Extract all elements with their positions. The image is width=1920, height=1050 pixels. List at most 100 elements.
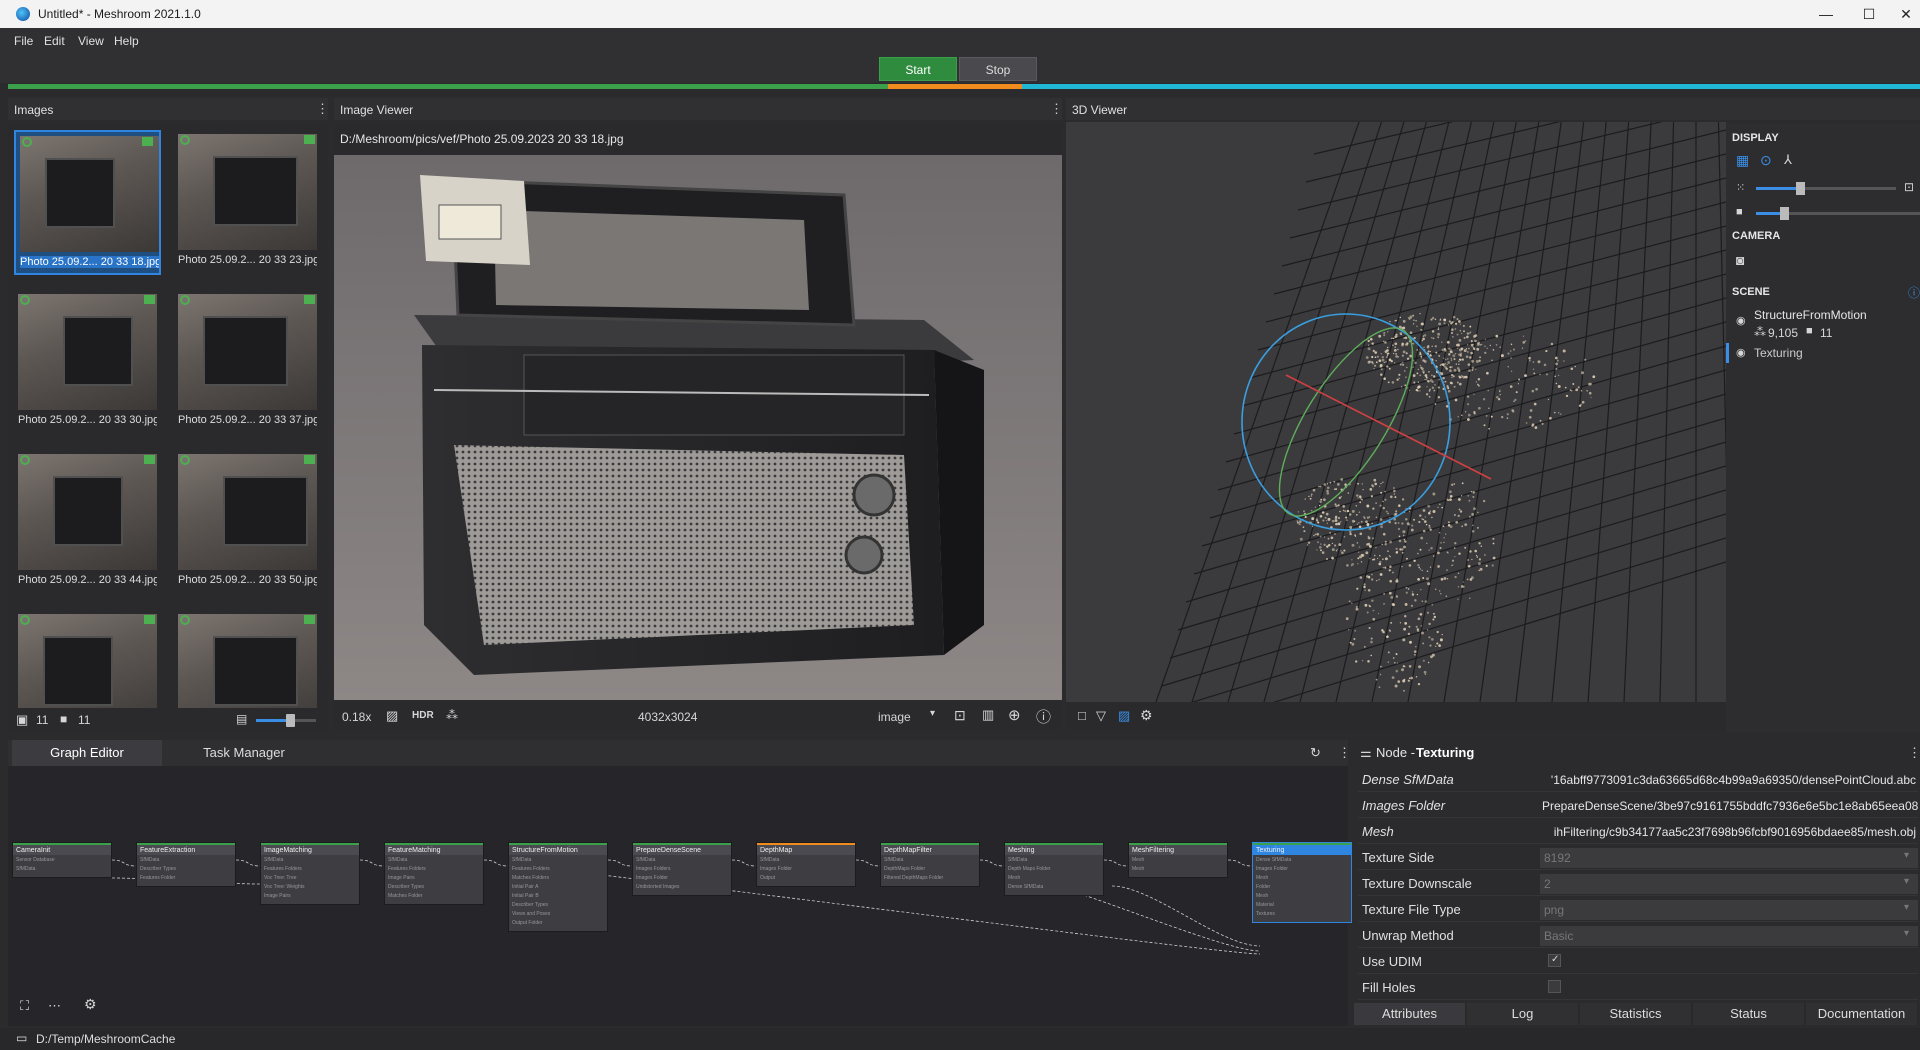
- attribute-value[interactable]: ihFiltering/c9b34177aa5c23f7698b96fcbf90…: [1540, 822, 1918, 842]
- scene-item-sfm[interactable]: StructureFromMotion: [1754, 308, 1867, 322]
- node-port[interactable]: Output Folder: [512, 920, 604, 929]
- node-port[interactable]: Describer Types: [512, 902, 604, 911]
- tab-statistics[interactable]: Statistics: [1580, 1003, 1692, 1025]
- node-port[interactable]: Mesh: [1132, 857, 1224, 866]
- node-port[interactable]: Initial Pair B: [512, 893, 604, 902]
- attribute-value[interactable]: PrepareDenseScene/3be97c9161755bddfc7936…: [1540, 796, 1918, 816]
- frustum-icon[interactable]: ▽: [1096, 708, 1106, 724]
- gizmo-icon[interactable]: ⊙: [1760, 152, 1772, 169]
- chevron-down-icon[interactable]: ▾: [1904, 902, 1909, 913]
- camera-scale-handle[interactable]: [1780, 207, 1789, 220]
- maximize-button[interactable]: ☐: [1855, 4, 1883, 24]
- node-port[interactable]: Features Folders: [264, 866, 356, 875]
- node-port[interactable]: Mesh: [1132, 866, 1224, 875]
- image-mode-select[interactable]: image: [878, 710, 911, 724]
- features-icon[interactable]: ⁂: [446, 708, 458, 722]
- node-port[interactable]: Depth Maps Folder: [1008, 866, 1100, 875]
- graph-settings-icon[interactable]: ⚙: [84, 996, 97, 1013]
- thumbnail-slider-handle[interactable]: [286, 714, 295, 727]
- fit-graph-icon[interactable]: ⛶: [20, 998, 29, 1014]
- graph-node[interactable]: PrepareDenseScene SfMData Images Folders Im…: [632, 842, 732, 896]
- tab-attributes[interactable]: Attributes: [1354, 1003, 1466, 1025]
- node-port[interactable]: Image Pairs: [388, 875, 480, 884]
- attribute-checkbox[interactable]: ✓: [1548, 954, 1561, 967]
- node-port[interactable]: Matches Folder: [388, 893, 480, 902]
- image-thumbnail[interactable]: [174, 610, 321, 755]
- thumbnail-size-slider[interactable]: [256, 714, 316, 727]
- node-port[interactable]: SfMData: [512, 857, 604, 866]
- node-port[interactable]: DepthMaps Folder: [884, 866, 976, 875]
- viewer3d-canvas[interactable]: [1066, 57, 1769, 743]
- node-port[interactable]: SfMData: [140, 857, 232, 866]
- settings-icon[interactable]: ⚙: [1140, 707, 1153, 724]
- node-port[interactable]: Voc Tree: Tree: [264, 875, 356, 884]
- node-port[interactable]: Images Folders: [636, 866, 728, 875]
- node-port[interactable]: SfMData: [264, 857, 356, 866]
- node-port[interactable]: Describer Types: [140, 866, 232, 875]
- attribute-checkbox[interactable]: [1548, 980, 1561, 993]
- hdr-toggle[interactable]: HDR: [412, 710, 434, 721]
- texture-icon[interactable]: ▨: [386, 708, 398, 724]
- node-port[interactable]: Filtered DepthMaps Folder: [884, 875, 976, 884]
- graph-canvas[interactable]: CameraInit Sensor Database SfMData FeatureE…: [8, 766, 1352, 1026]
- point-size-handle[interactable]: [1796, 182, 1805, 195]
- node-port[interactable]: SfMData: [884, 857, 976, 866]
- node-port[interactable]: Material: [1256, 902, 1348, 911]
- tab-log[interactable]: Log: [1467, 1003, 1579, 1025]
- chevron-down-icon[interactable]: ▾: [1904, 928, 1909, 939]
- cube-icon[interactable]: □: [1078, 708, 1086, 723]
- graph-node[interactable]: ImageMatching SfMData Features Folders Voc …: [260, 842, 360, 905]
- node-port[interactable]: Mesh: [1008, 875, 1100, 884]
- node-port[interactable]: Image Pairs: [264, 893, 356, 902]
- attribute-value[interactable]: '16abff9773091c3da63665d68c4b99a9a69350/…: [1540, 770, 1918, 790]
- refresh-icon[interactable]: ↻: [1310, 745, 1321, 761]
- image-thumbnail[interactable]: Photo 25.09.2... 20 33 30.jpg: [14, 290, 161, 435]
- node-port[interactable]: Initial Pair A: [512, 884, 604, 893]
- node-port[interactable]: SfMData: [1008, 857, 1100, 866]
- fit-view-icon[interactable]: ⊡: [954, 707, 966, 724]
- tab-task-manager[interactable]: Task Manager: [164, 740, 324, 766]
- stop-button[interactable]: Stop: [959, 57, 1037, 81]
- image-viewer-menu-icon[interactable]: ⋮: [1050, 102, 1063, 116]
- image-thumbnail[interactable]: Photo 25.09.2... 20 33 50.jpg: [174, 450, 321, 595]
- tab-status[interactable]: Status: [1693, 1003, 1805, 1025]
- graph-node[interactable]: FeatureExtraction SfMData Describer Types F…: [136, 842, 236, 887]
- scene-item-texturing[interactable]: Texturing: [1754, 346, 1803, 360]
- node-port[interactable]: Sensor Database: [16, 857, 108, 866]
- node-port[interactable]: Features Folder: [140, 875, 232, 884]
- globe-icon[interactable]: ⊕: [1008, 706, 1021, 724]
- graph-menu-icon[interactable]: ⋮: [1338, 745, 1351, 761]
- grid-icon[interactable]: ▦: [1736, 152, 1749, 169]
- image-thumbnail[interactable]: Photo 25.09.2... 20 33 37.jpg: [174, 290, 321, 435]
- images-menu-icon[interactable]: ⋮: [316, 102, 329, 116]
- camera-icon[interactable]: ◙: [1736, 252, 1744, 268]
- graph-node[interactable]: Texturing Dense SfMData Images Folder Mesh F…: [1252, 842, 1352, 923]
- eye-icon[interactable]: ◉: [1736, 346, 1746, 359]
- image-thumbnail[interactable]: Photo 25.09.2... 20 33 18.jpg: [14, 130, 161, 275]
- node-port[interactable]: Folder: [1256, 884, 1348, 893]
- graph-node[interactable]: MeshFiltering Mesh Mesh: [1128, 842, 1228, 878]
- menu-help[interactable]: Help: [114, 34, 139, 48]
- close-button[interactable]: ✕: [1892, 4, 1920, 24]
- layout-icon[interactable]: ⋯: [48, 998, 61, 1014]
- start-button[interactable]: Start: [879, 57, 957, 81]
- node-port[interactable]: SfMData: [16, 866, 108, 875]
- attribute-value[interactable]: Basic: [1540, 926, 1918, 946]
- node-port[interactable]: Output: [760, 875, 852, 884]
- graph-node[interactable]: DepthMap SfMData Images Folder Output: [756, 842, 856, 887]
- graph-node[interactable]: StructureFromMotion SfMData Features Folde…: [508, 842, 608, 932]
- grid-toggle-icon[interactable]: ▨: [1118, 708, 1130, 724]
- chevron-down-icon[interactable]: ▾: [1904, 850, 1909, 861]
- node-menu-icon[interactable]: ⋮: [1908, 745, 1920, 761]
- node-port[interactable]: SfMData: [388, 857, 480, 866]
- camera-scale-slider[interactable]: [1756, 207, 1920, 220]
- chevron-down-icon[interactable]: ▾: [1904, 876, 1909, 887]
- node-port[interactable]: Mesh: [1256, 875, 1348, 884]
- chevron-down-icon[interactable]: ▾: [930, 708, 935, 719]
- tab-documentation[interactable]: Documentation: [1806, 1003, 1918, 1025]
- info-icon[interactable]: ⓘ: [1036, 706, 1051, 727]
- menu-file[interactable]: File: [14, 34, 33, 48]
- node-port[interactable]: Voc Tree: Weights: [264, 884, 356, 893]
- attribute-value[interactable]: 2: [1540, 874, 1918, 894]
- graph-node[interactable]: Meshing SfMData Depth Maps Folder Mesh Dense…: [1004, 842, 1104, 896]
